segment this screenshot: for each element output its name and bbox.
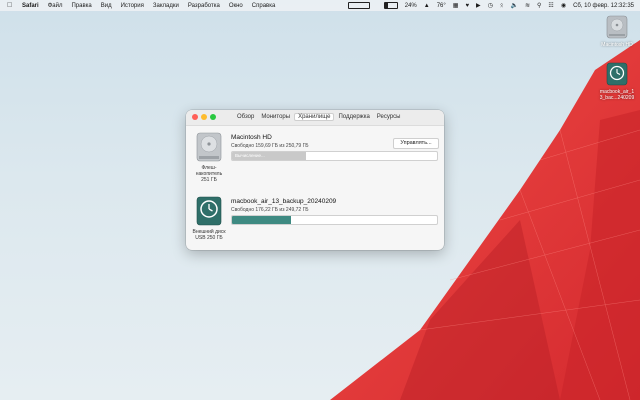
disk-caption: Внешний диск USB 250 ГБ	[192, 229, 226, 241]
volume-icon[interactable]: 🔈	[511, 2, 518, 9]
grid-icon[interactable]: ▦	[453, 2, 459, 9]
play-icon[interactable]: ▶	[476, 2, 481, 9]
menu-window[interactable]: Окно	[229, 3, 243, 9]
desktop-icon-backup[interactable]: macbook_air_1 3_bac...240209	[597, 62, 637, 101]
temperature-readout: 76°	[436, 2, 446, 9]
bluetooth-icon[interactable]: ᛟ	[500, 3, 504, 9]
storage-window: Обзор Мониторы Хранилище Поддержка Ресур…	[186, 110, 444, 250]
close-button[interactable]	[192, 114, 198, 120]
menu-develop[interactable]: Разработка	[188, 3, 220, 9]
battery-percent: 24%	[404, 2, 417, 9]
time-machine-icon[interactable]: ◷	[488, 2, 493, 9]
disk-free-space: Свободно 176,22 ГБ из 249,72 ГБ	[231, 207, 309, 213]
external-disk-icon	[194, 196, 224, 231]
heart-icon[interactable]: ♥	[465, 3, 469, 9]
desktop-icon-label: Macintosh HD	[601, 42, 633, 48]
menu-bookmarks[interactable]: Закладки	[153, 3, 179, 9]
window-titlebar[interactable]: Обзор Мониторы Хранилище Поддержка Ресур…	[186, 110, 444, 126]
tab-storage[interactable]: Хранилище	[294, 113, 335, 121]
wifi-icon[interactable]: ≋	[525, 2, 530, 9]
menu-history[interactable]: История	[121, 3, 144, 9]
battery-icon[interactable]	[377, 1, 398, 9]
control-center-icon[interactable]: ☷	[548, 2, 553, 9]
tab-displays[interactable]: Мониторы	[258, 113, 293, 121]
manage-button[interactable]: Управлять...	[393, 138, 439, 149]
storage-bar	[231, 215, 438, 225]
disk-name: macbook_air_13_backup_20240209	[231, 198, 337, 205]
tab-resources[interactable]: Ресурсы	[374, 113, 404, 121]
desktop-icon-macintosh-hd[interactable]: Macintosh HD	[597, 15, 637, 48]
zoom-button[interactable]	[210, 114, 216, 120]
time-machine-disk-icon	[606, 62, 628, 86]
thermometer-icon[interactable]: ▲	[424, 3, 430, 9]
storage-bar-fill	[232, 216, 292, 224]
menu-bar:  Safari Файл Правка Вид История Закладк…	[0, 0, 640, 11]
menu-file[interactable]: Файл	[48, 3, 63, 9]
tab-overview[interactable]: Обзор	[234, 113, 257, 121]
storage-bar: Вычисление...	[231, 151, 438, 161]
disk-row-backup: Внешний диск USB 250 ГБ macbook_air_13_b…	[186, 196, 444, 250]
desktop-icon-label: macbook_air_1 3_bac...240209	[599, 89, 635, 101]
monitor-bar-icon[interactable]	[341, 1, 370, 9]
minimize-button[interactable]	[201, 114, 207, 120]
menu-edit[interactable]: Правка	[71, 3, 91, 9]
menu-app-name[interactable]: Safari	[22, 3, 39, 9]
menu-help[interactable]: Справка	[252, 3, 276, 9]
menu-view[interactable]: Вид	[101, 3, 112, 9]
hard-drive-icon	[606, 15, 628, 39]
search-icon[interactable]: ⚲	[537, 2, 541, 9]
clock-datetime[interactable]: Сб, 10 февр. 12:32:35	[573, 3, 634, 9]
disk-name: Macintosh HD	[231, 134, 272, 141]
siri-icon[interactable]: ◉	[561, 2, 566, 9]
tab-support[interactable]: Поддержка	[335, 113, 372, 121]
storage-bar-label: Вычисление...	[235, 153, 265, 158]
internal-disk-icon	[194, 132, 224, 167]
disk-caption: Флеш- накопитель 251 ГБ	[195, 165, 223, 183]
apple-icon[interactable]: 	[7, 0, 13, 11]
disk-free-space: Свободно 159,69 ГБ из 250,79 ГБ	[231, 143, 309, 149]
